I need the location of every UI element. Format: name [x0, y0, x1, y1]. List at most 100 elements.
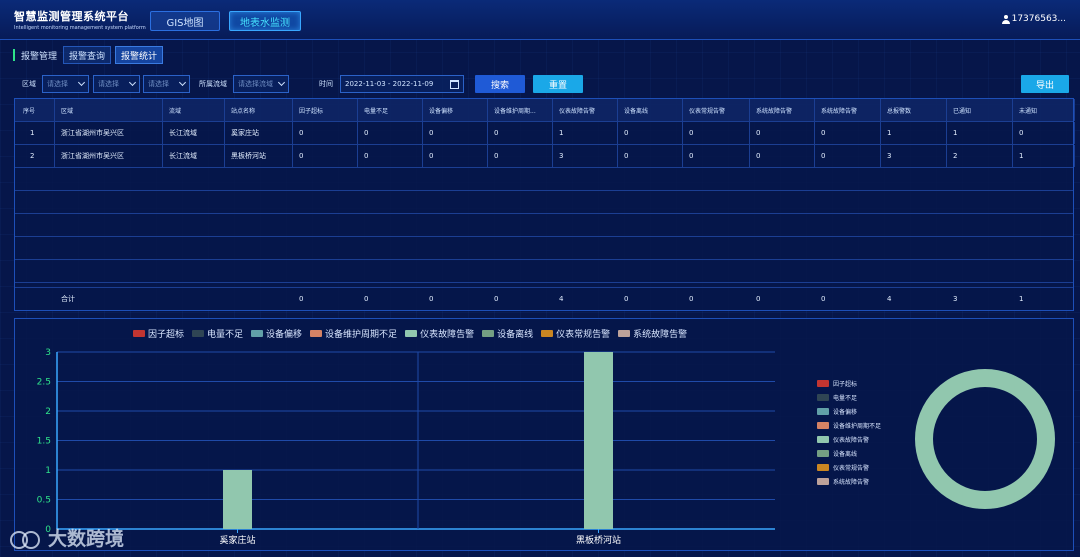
app-header: 智慧监测管理系统平台 Intelligent monitoring manage… [0, 0, 1080, 40]
legend-swatch [817, 380, 829, 387]
y-tick-label: 1.5 [37, 437, 51, 447]
legend-swatch [817, 464, 829, 471]
sub-nav: 报警管理 报警查询 报警统计 [13, 46, 164, 64]
table-cell: 0 [293, 145, 358, 167]
date-range-input[interactable]: 2022-11-03 - 2022-11-09 [340, 75, 464, 93]
total-cell [15, 288, 55, 310]
table-cell: 0 [618, 122, 683, 144]
total-cell: 0 [756, 295, 761, 303]
region-select-3[interactable]: 请选择 [143, 75, 190, 93]
region-label: 区域 [22, 80, 36, 88]
time-label: 时间 [319, 80, 333, 88]
column-header: 电量不足 [358, 99, 423, 121]
x-tick-label: 奚家庄站 [219, 534, 255, 546]
legend-label: 设备偏移 [833, 409, 858, 416]
total-cell: 0 [364, 295, 369, 303]
table-cell: 0 [293, 122, 358, 144]
legend-item[interactable]: 设备维护周期不足 [817, 421, 881, 430]
legend-item[interactable]: 电量不足 [817, 393, 881, 402]
column-header: 区域 [55, 99, 163, 121]
table-row [15, 237, 1073, 260]
legend-item[interactable]: 因子超标 [817, 379, 881, 388]
table-row [15, 191, 1073, 214]
brand: 智慧监测管理系统平台 Intelligent monitoring manage… [14, 8, 154, 31]
table-cell: 0 [750, 122, 815, 144]
y-tick-label: 2 [45, 407, 51, 417]
column-header: 已通知 [947, 99, 1013, 121]
chevron-down-icon [178, 78, 187, 87]
bar-仪表故障告警 [223, 470, 252, 529]
table-cell: 0 [815, 122, 881, 144]
legend-item[interactable]: 仪表故障告警 [817, 435, 881, 444]
basin-select[interactable]: 请选择流域 [233, 75, 289, 93]
table-cell: 长江流域 [163, 145, 225, 167]
watermark-text: 大数跨境 [48, 528, 125, 550]
table-cell: 3 [881, 145, 947, 167]
column-header: 未通知 [1013, 99, 1075, 121]
chart-panel: 因子超标电量不足设备偏移设备维护周期不足 仪表故障告警设备离线仪表常规告警系统故障… [14, 318, 1074, 551]
legend-swatch [817, 478, 829, 485]
table-cell: 0 [1013, 122, 1075, 144]
column-header: 序号 [15, 99, 55, 121]
legend-swatch [817, 450, 829, 457]
legend-label: 电量不足 [833, 395, 858, 402]
section-marker [13, 49, 15, 61]
legend-item[interactable]: 系统故障告警 [817, 477, 881, 486]
table-row [15, 214, 1073, 237]
watermark: 大数跨境 [10, 524, 124, 551]
table-cell: 0 [683, 145, 750, 167]
table-cell: 0 [488, 145, 553, 167]
table-cell: 2 [15, 145, 55, 167]
column-header: 设备偏移 [423, 99, 488, 121]
tab-alarm-query[interactable]: 报警查询 [63, 46, 112, 64]
basin-select-text: 请选择流域 [238, 80, 273, 88]
bar-仪表故障告警 [584, 352, 613, 529]
legend-item[interactable]: 仪表常规告警 [817, 463, 881, 472]
total-cell: 0 [494, 295, 499, 303]
app-subtitle: Intelligent monitoring management system… [14, 25, 146, 31]
y-tick-label: 0.5 [37, 496, 51, 506]
app-title: 智慧监测管理系统平台 [14, 10, 129, 23]
total-cell: 0 [624, 295, 629, 303]
table-cell: 0 [358, 145, 423, 167]
table-cell: 0 [488, 122, 553, 144]
tab-alarm-stats[interactable]: 报警统计 [115, 46, 164, 64]
y-tick-label: 2.5 [37, 378, 51, 388]
chevron-down-icon [128, 78, 137, 87]
pie-chart-legend: 因子超标电量不足设备偏移设备维护周期不足 仪表故障告警设备离线仪表常规告警系统故障… [817, 379, 881, 486]
tab-surface-water[interactable]: 地表水监测 [229, 11, 301, 31]
table-cell: 黑板桥河站 [225, 145, 293, 167]
table-row[interactable]: 1 浙江省湖州市吴兴区 长江流域 奚家庄站 0 0 0 0 1 0 0 0 0 1 1 0 [15, 122, 1075, 145]
export-button[interactable]: 导出 [1021, 75, 1069, 93]
legend-item[interactable]: 设备偏移 [817, 407, 881, 416]
search-button[interactable]: 搜索 [475, 75, 525, 93]
column-header: 仪表故障告警 [553, 99, 618, 121]
filter-bar: 区域 请选择 请选择 请选择 所属流域 请选择流域 时间 2022-11-03 … [22, 75, 1070, 93]
calendar-icon [450, 80, 459, 89]
total-cell: 合计 [61, 295, 75, 303]
legend-swatch [817, 408, 829, 415]
total-cell [225, 288, 293, 310]
tab-gis-map[interactable]: GIS地图 [150, 11, 220, 31]
legend-item[interactable]: 设备离线 [817, 449, 881, 458]
table-cell: 3 [553, 145, 618, 167]
legend-label: 仪表常规告警 [833, 465, 870, 472]
y-tick-label: 3 [45, 348, 51, 358]
legend-label: 仪表故障告警 [833, 437, 870, 444]
user-name: 17376563... [1011, 14, 1066, 24]
donut-slice[interactable] [915, 369, 1055, 509]
section-title: 报警管理 [21, 51, 58, 62]
table-cell: 0 [815, 145, 881, 167]
table-cell: 0 [683, 122, 750, 144]
user-menu[interactable]: 17376563... [1001, 14, 1066, 24]
reset-button[interactable]: 重置 [533, 75, 583, 93]
column-header: 系统故障告警 [750, 99, 815, 121]
column-header: 流域 [163, 99, 225, 121]
region-select-2[interactable]: 请选择 [93, 75, 140, 93]
alarm-stats-table: 序号 区域 流域 站点名称 因子超标 电量不足 设备偏移 设备维护周期... 仪表故障告警 设备离… [14, 98, 1075, 311]
table-cell: 1 [947, 122, 1013, 144]
table-row[interactable]: 2 浙江省湖州市吴兴区 长江流域 黑板桥河站 0 0 0 0 3 0 0 0 0 3 2 1 [15, 145, 1075, 168]
region-select-1[interactable]: 请选择 [42, 75, 89, 93]
region-select-1-text: 请选择 [47, 80, 68, 88]
region-select-3-text: 请选择 [148, 80, 169, 88]
